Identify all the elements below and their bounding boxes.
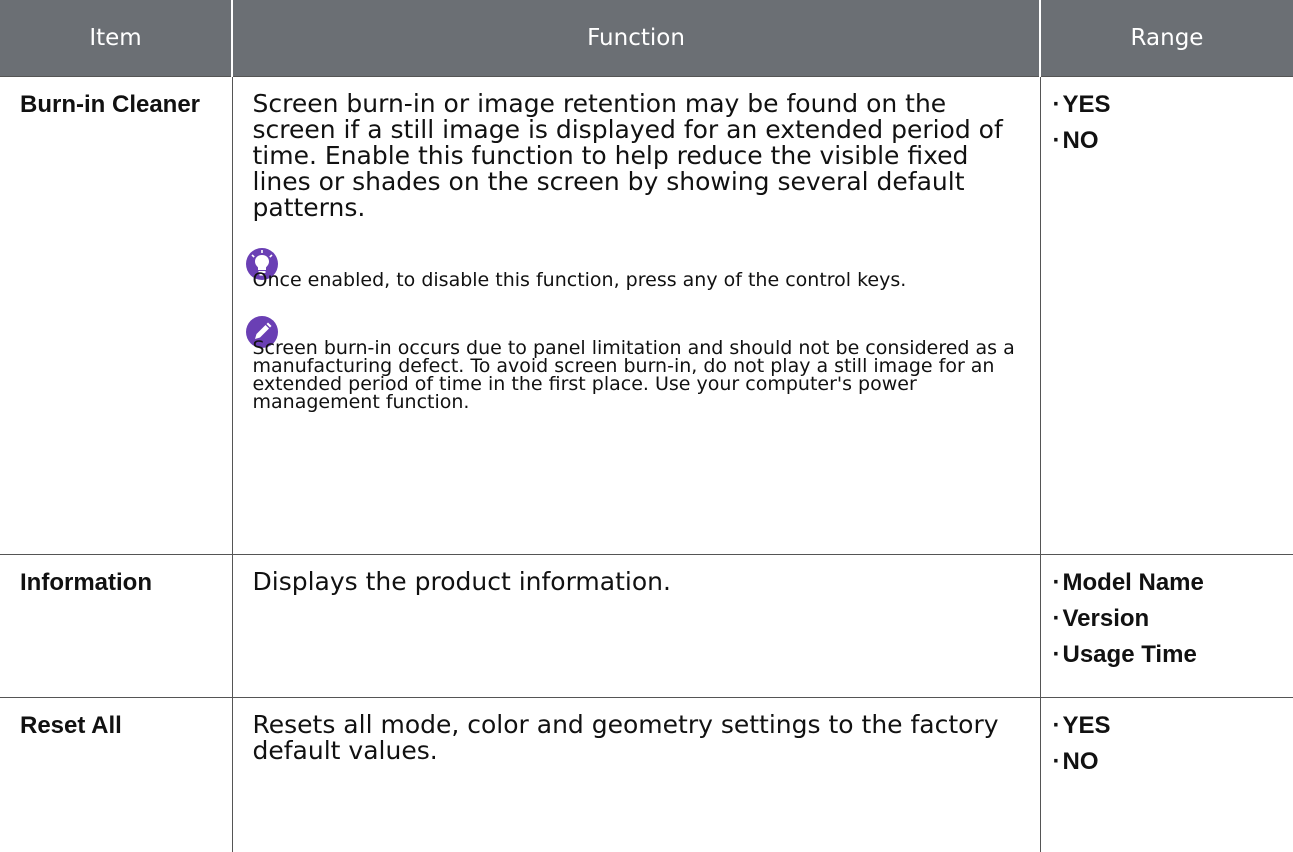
function-description: Displays the product information. — [253, 569, 1020, 595]
table-row: Reset All Resets all mode, color and geo… — [0, 698, 1293, 852]
tip-text: Once enabled, to disable this function, … — [253, 271, 1020, 289]
range-option: ·NO — [1053, 748, 1286, 784]
range-option: ·YES — [1053, 91, 1286, 127]
column-header-function: Function — [232, 0, 1040, 77]
note-text: Screen burn-in occurs due to panel limit… — [253, 339, 1020, 411]
range-option: ·NO — [1053, 127, 1286, 163]
table-header-row: Item Function Range — [0, 0, 1293, 77]
range-option: ·Version — [1053, 605, 1286, 641]
range-option: ·YES — [1053, 712, 1286, 748]
range-option: ·Usage Time — [1053, 641, 1286, 677]
table-row: Information Displays the product informa… — [0, 555, 1293, 698]
range-cell: ·YES ·NO — [1040, 77, 1293, 555]
tip-note: Once enabled, to disable this function, … — [253, 247, 1020, 289]
table-row: Burn-in Cleaner Screen burn-in or image … — [0, 77, 1293, 555]
function-description: Screen burn-in or image retention may be… — [253, 91, 1020, 221]
function-cell: Displays the product information. — [232, 555, 1040, 698]
range-option: ·Model Name — [1053, 569, 1286, 605]
item-name: Reset All — [0, 698, 232, 852]
caution-note: Screen burn-in occurs due to panel limit… — [253, 315, 1020, 411]
function-cell: Screen burn-in or image retention may be… — [232, 77, 1040, 555]
item-name: Burn-in Cleaner — [0, 77, 232, 555]
item-name: Information — [0, 555, 232, 698]
function-description: Resets all mode, color and geometry sett… — [253, 712, 1020, 764]
column-header-item: Item — [0, 0, 232, 77]
range-cell: ·Model Name ·Version ·Usage Time — [1040, 555, 1293, 698]
column-header-range: Range — [1040, 0, 1293, 77]
settings-table: Item Function Range Burn-in Cleaner Scre… — [0, 0, 1293, 852]
function-cell: Resets all mode, color and geometry sett… — [232, 698, 1040, 852]
range-cell: ·YES ·NO — [1040, 698, 1293, 852]
